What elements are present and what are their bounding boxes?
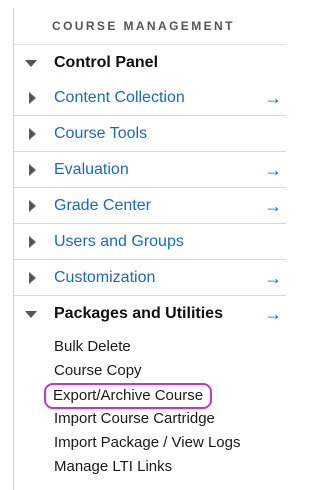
packages-submenu: Bulk Delete Course Copy Export/Archive C…	[14, 335, 286, 479]
submenu-item-manage-lti-links[interactable]: Manage LTI Links	[54, 455, 286, 479]
triangle-right-icon[interactable]	[29, 163, 36, 176]
submenu-item-bulk-delete[interactable]: Bulk Delete	[54, 335, 286, 359]
menu-item-users-and-groups[interactable]: Users and Groups	[14, 224, 286, 260]
triangle-down-icon	[25, 59, 37, 67]
menu-item-label[interactable]: Packages and Utilities	[54, 296, 223, 332]
section-title: COURSE MANAGEMENT	[14, 8, 286, 45]
menu-item-label[interactable]: Users and Groups	[54, 224, 184, 260]
menu-item-label[interactable]: Grade Center	[54, 188, 151, 224]
menu-item-grade-center[interactable]: Grade Center →	[14, 188, 286, 224]
submenu-item-export-archive-wrapper: Export/Archive Course	[44, 383, 286, 409]
triangle-right-icon[interactable]	[29, 271, 36, 284]
arrow-right-icon[interactable]: →	[264, 152, 282, 188]
menu-item-content-collection[interactable]: Content Collection →	[14, 80, 286, 116]
menu-item-packages-and-utilities[interactable]: Packages and Utilities →	[14, 296, 286, 332]
menu-item-course-tools[interactable]: Course Tools	[14, 116, 286, 152]
triangle-right-icon[interactable]	[29, 235, 36, 248]
menu-item-evaluation[interactable]: Evaluation →	[14, 152, 286, 188]
submenu-item-course-copy[interactable]: Course Copy	[54, 359, 286, 383]
course-management-panel: COURSE MANAGEMENT Control Panel Content …	[13, 8, 286, 490]
triangle-right-icon[interactable]	[29, 127, 36, 140]
menu-item-label[interactable]: Customization	[54, 260, 155, 296]
submenu-item-export-archive-course[interactable]: Export/Archive Course	[44, 383, 213, 409]
control-panel-label: Control Panel	[54, 54, 159, 71]
arrow-right-icon[interactable]: →	[264, 296, 282, 332]
arrow-right-icon[interactable]: →	[264, 80, 282, 116]
arrow-right-icon[interactable]: →	[264, 260, 282, 296]
submenu-item-import-package[interactable]: Import Package / View Logs	[54, 431, 286, 455]
triangle-right-icon[interactable]	[29, 91, 36, 104]
submenu-item-import-course-cartridge[interactable]: Import Course Cartridge	[54, 407, 286, 431]
control-panel-header[interactable]: Control Panel	[14, 45, 286, 80]
menu-item-label[interactable]: Content Collection	[54, 80, 185, 116]
menu-item-label[interactable]: Evaluation	[54, 152, 129, 188]
menu-item-label[interactable]: Course Tools	[54, 116, 147, 152]
arrow-right-icon[interactable]: →	[264, 188, 282, 224]
triangle-down-icon[interactable]	[25, 311, 37, 318]
triangle-right-icon[interactable]	[29, 199, 36, 212]
menu-item-customization[interactable]: Customization →	[14, 260, 286, 296]
